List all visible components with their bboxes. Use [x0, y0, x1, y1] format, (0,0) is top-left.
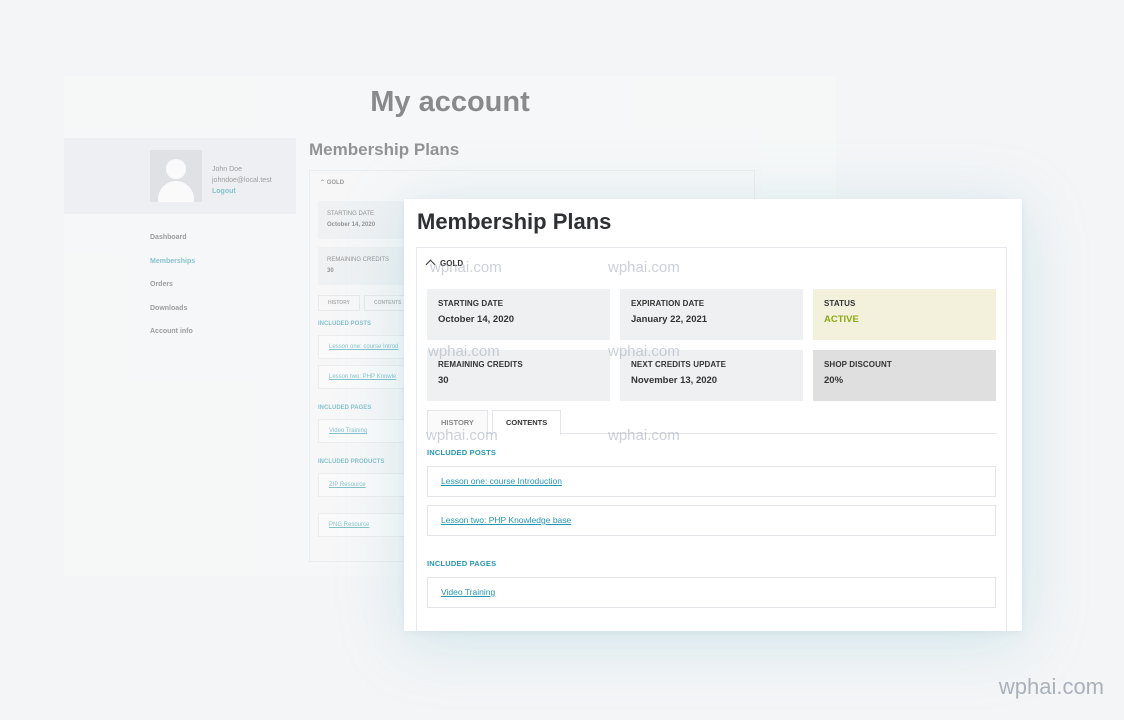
background-tabs: HISTORY CONTENTS [318, 295, 415, 311]
nav-item-account-info[interactable]: Account info [150, 328, 195, 352]
background-included-posts-label: INCLUDED POSTS [318, 321, 372, 327]
membership-plans-heading: Membership Plans [417, 209, 612, 234]
stat-label: STATUS [824, 299, 856, 308]
background-included-pages-label: INCLUDED PAGES [318, 405, 372, 411]
background-plan-name[interactable]: ⌃ GOLD [320, 179, 344, 186]
watermark-text: wphai.com [608, 259, 680, 276]
list-item: Lesson one: course Introduction [427, 466, 996, 497]
account-nav: Dashboard Memberships Orders Downloads A… [150, 234, 195, 352]
background-stat-remaining-credits: REMAINING CREDITS 30 [318, 247, 408, 285]
stat-label: NEXT CREDITS UPDATE [631, 360, 727, 369]
stat-label: EXPIRATION DATE [631, 299, 705, 308]
nav-item-dashboard[interactable]: Dashboard [150, 234, 195, 258]
background-membership-heading: Membership Plans [309, 140, 460, 159]
nav-item-orders[interactable]: Orders [150, 281, 195, 305]
background-included-products-label: INCLUDED PRODUCTS [318, 459, 385, 465]
stat-value: 30 [438, 375, 449, 386]
status-badge: ACTIVE [824, 314, 859, 325]
stat-value: 20% [824, 375, 844, 386]
watermark-text: wphai.com [428, 343, 500, 360]
account-page-title: My account [370, 86, 530, 118]
stat-expiration-date: EXPIRATION DATE January 22, 2021 [620, 289, 803, 340]
stat-value: January 22, 2021 [631, 314, 708, 325]
watermark-text: wphai.com [608, 427, 680, 444]
user-email: johndoe@local.test [212, 177, 272, 184]
watermark-text: wphai.com [426, 427, 498, 444]
avatar-placeholder-icon [150, 150, 202, 202]
logout-link[interactable]: Logout [212, 186, 272, 197]
stat-starting-date: STARTING DATE October 14, 2020 [427, 289, 610, 340]
background-tab-history[interactable]: HISTORY [318, 295, 360, 311]
stat-label: STARTING DATE [438, 299, 503, 308]
tab-contents[interactable]: CONTENTS [492, 410, 562, 435]
included-pages-label: INCLUDED PAGES [427, 559, 497, 568]
nav-item-downloads[interactable]: Downloads [150, 305, 195, 329]
page-link[interactable]: Video Training [441, 587, 495, 597]
stat-label: REMAINING CREDITS [438, 360, 523, 369]
user-info: John Doe johndoe@local.test Logout [212, 164, 272, 197]
included-posts-label: INCLUDED POSTS [427, 448, 497, 457]
plan-tabs: HISTORY CONTENTS [427, 410, 997, 435]
nav-item-memberships[interactable]: Memberships [150, 258, 195, 282]
plan-card: GOLD STARTING DATE October 14, 2020 EXPI… [416, 247, 1007, 631]
watermark-logo-text: wphai.com [998, 674, 1104, 699]
list-item: Lesson two: PHP Knowledge base [427, 505, 996, 536]
list-item: Video Training [427, 577, 996, 608]
post-link[interactable]: Lesson one: course Introduction [441, 476, 562, 486]
profile-card: John Doe johndoe@local.test Logout [64, 138, 296, 214]
stat-value: October 14, 2020 [438, 314, 515, 325]
post-link[interactable]: Lesson two: PHP Knowledge base [441, 515, 571, 525]
stat-status: STATUS ACTIVE [813, 289, 996, 340]
watermark-text: wphai.com [608, 343, 680, 360]
background-membership-section: Membership Plans ⌃ GOLD STARTING DATE Oc… [309, 140, 759, 562]
stat-label: SHOP DISCOUNT [824, 360, 892, 369]
stat-shop-discount: SHOP DISCOUNT 20% [813, 350, 996, 401]
stat-value: November 13, 2020 [631, 375, 718, 386]
watermark-text: wphai.com [430, 259, 502, 276]
background-stat-starting-date: STARTING DATE October 14, 2020 [318, 201, 408, 239]
user-name: John Doe [212, 166, 242, 173]
